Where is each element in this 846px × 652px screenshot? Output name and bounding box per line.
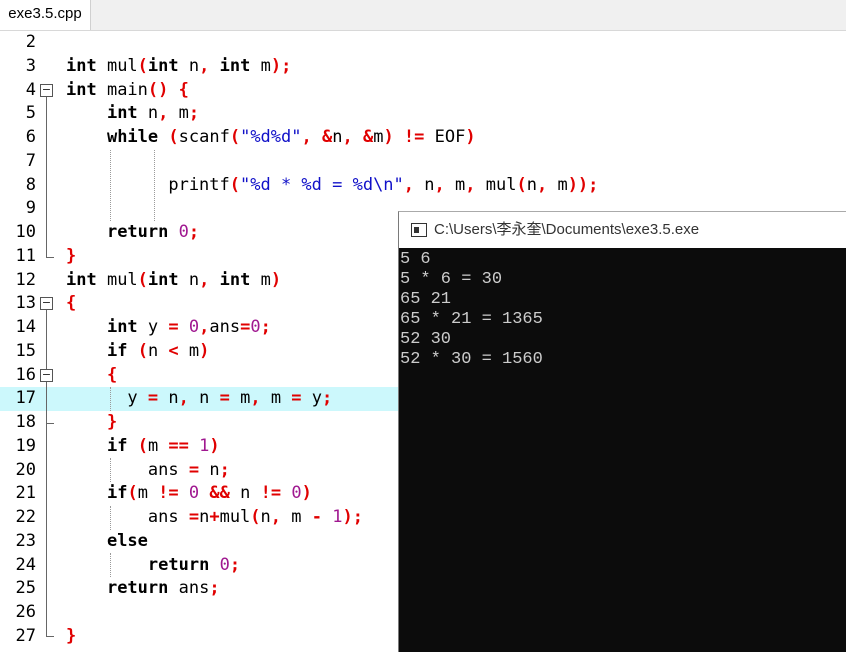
line-number: 8 xyxy=(25,174,36,195)
console-line: 65 21 xyxy=(400,290,452,309)
code-text: while (scanf("%d%d", &n, &m) != EOF) xyxy=(106,127,476,147)
code-text: return 0; xyxy=(106,222,200,242)
tab-exe3-5-cpp[interactable]: exe3.5.cpp xyxy=(0,0,91,30)
line-number: 21 xyxy=(15,483,36,504)
line-number: 27 xyxy=(15,625,36,646)
code-text: } xyxy=(66,245,77,266)
line-number: 2 xyxy=(25,32,36,52)
code-text: return 0; xyxy=(147,554,241,575)
line-number: 17 xyxy=(15,388,36,409)
code-text: int y = 0,ans=0; xyxy=(106,317,271,337)
code-text: if(m != 0 && n != 0) xyxy=(106,483,312,504)
line-number: 7 xyxy=(25,150,36,171)
code-text: if (n < m) xyxy=(106,340,210,361)
code-line: 7 xyxy=(0,150,846,174)
code-line: 8 printf("%d * %d = %d\n", n, m, mul(n, … xyxy=(0,174,846,198)
code-text: { xyxy=(66,293,77,314)
line-number: 25 xyxy=(15,578,36,599)
code-text: { xyxy=(106,364,118,385)
line-number: 16 xyxy=(15,364,36,385)
console-title: C:\Users\李永奎\Documents\exe3.5.exe xyxy=(434,221,700,238)
console-window[interactable]: C:\Users\李永奎\Documents\exe3.5.exe 5 6 5 … xyxy=(398,211,846,652)
indent-guide xyxy=(110,553,111,577)
console-titlebar[interactable]: C:\Users\李永奎\Documents\exe3.5.exe xyxy=(399,212,846,248)
fold-guide xyxy=(46,97,47,257)
line-number: 24 xyxy=(15,554,36,575)
code-text: return ans; xyxy=(106,578,220,599)
console-line: 52 * 30 = 1560 xyxy=(400,350,543,369)
line-number: 11 xyxy=(15,245,36,266)
code-line: 2 xyxy=(0,31,846,55)
indent-guide xyxy=(110,387,111,411)
line-number: 4 xyxy=(25,79,36,100)
indent-guide xyxy=(110,506,111,530)
code-line: 4 int main() { xyxy=(0,79,846,103)
fold-guide xyxy=(46,423,54,424)
fold-guide xyxy=(46,636,54,637)
line-number: 26 xyxy=(15,602,36,622)
line-number: 5 xyxy=(25,103,36,124)
line-number: 20 xyxy=(15,459,36,480)
indent-guide xyxy=(154,150,155,221)
line-number: 3 xyxy=(25,55,36,76)
console-output[interactable]: 5 6 5 * 6 = 30 65 21 65 * 21 = 1365 52 3… xyxy=(399,248,846,652)
console-line: 52 30 xyxy=(400,330,452,349)
console-line: 5 6 xyxy=(400,250,431,269)
code-text: int mul(int n, int m) xyxy=(66,269,282,290)
tab-bar: exe3.5.cpp xyxy=(0,0,846,31)
line-number: 10 xyxy=(15,222,36,242)
line-number: 23 xyxy=(15,530,36,551)
fold-collapse-icon[interactable]: − xyxy=(40,369,53,382)
fold-collapse-icon[interactable]: − xyxy=(40,297,53,310)
code-line: 6 while (scanf("%d%d", &n, &m) != EOF) xyxy=(0,126,846,150)
code-text: y = n, n = m, m = y; xyxy=(66,388,333,409)
line-number: 14 xyxy=(15,317,36,337)
code-text: ans = n; xyxy=(66,459,230,480)
code-text: int main() { xyxy=(66,79,189,100)
line-number: 13 xyxy=(15,293,36,314)
code-text: int n, m; xyxy=(106,103,200,124)
code-text: if (m == 1) xyxy=(106,435,220,456)
code-text: else xyxy=(106,530,148,551)
line-number: 6 xyxy=(25,127,36,147)
line-number: 22 xyxy=(15,507,36,527)
code-line: 3 int mul(int n, int m); xyxy=(0,55,846,79)
code-text: } xyxy=(106,412,118,432)
fold-collapse-icon[interactable]: − xyxy=(40,84,53,97)
code-text: } xyxy=(66,625,77,646)
code-line: 5 int n, m; xyxy=(0,102,846,126)
console-app-icon xyxy=(411,223,427,237)
line-number: 12 xyxy=(15,269,36,290)
indent-guide xyxy=(110,150,111,221)
fold-guide xyxy=(46,310,47,636)
code-text: printf("%d * %d = %d\n", n, m, mul(n, m)… xyxy=(66,174,599,195)
console-line: 5 * 6 = 30 xyxy=(400,270,503,289)
console-line: 65 * 21 = 1365 xyxy=(400,310,543,329)
fold-guide xyxy=(46,257,54,258)
indent-guide xyxy=(110,458,111,482)
line-number: 15 xyxy=(15,340,36,361)
line-number: 18 xyxy=(15,412,36,432)
code-text: int mul(int n, int m); xyxy=(66,55,292,76)
line-number: 19 xyxy=(15,435,36,456)
line-number: 9 xyxy=(25,198,36,219)
